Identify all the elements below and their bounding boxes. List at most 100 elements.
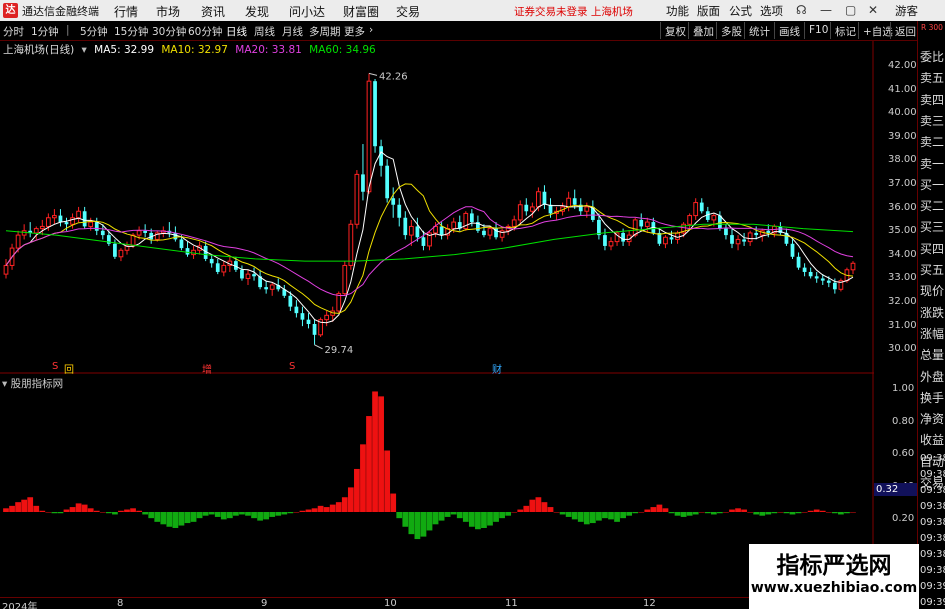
candle-body[interactable] bbox=[730, 235, 734, 244]
candle-body[interactable] bbox=[354, 173, 360, 225]
candle-body[interactable] bbox=[3, 264, 9, 275]
menu-wealth[interactable]: 财富圈 bbox=[343, 3, 379, 20]
candle-body[interactable] bbox=[245, 273, 251, 279]
candle-body[interactable] bbox=[252, 274, 256, 277]
candle-body[interactable] bbox=[826, 280, 831, 283]
marker-finance[interactable]: 财 bbox=[492, 361, 502, 376]
candle-body[interactable] bbox=[342, 264, 348, 295]
candle-body[interactable] bbox=[408, 225, 414, 236]
menu-trade[interactable]: 交易 bbox=[396, 3, 420, 20]
candle-body[interactable] bbox=[482, 230, 486, 236]
candle-body[interactable] bbox=[306, 319, 311, 324]
candle-body[interactable] bbox=[572, 198, 577, 205]
candle-body[interactable] bbox=[403, 217, 408, 236]
stats-button[interactable]: 统计 bbox=[744, 22, 774, 39]
side-row[interactable]: 换手 bbox=[920, 389, 944, 406]
candle-body[interactable] bbox=[421, 237, 426, 246]
candle-body[interactable] bbox=[735, 238, 741, 245]
back-button[interactable]: 返回 bbox=[890, 22, 920, 39]
side-row[interactable]: 买五 bbox=[920, 261, 944, 278]
candle-body[interactable] bbox=[711, 215, 717, 221]
marker-buyback[interactable]: 回 bbox=[64, 361, 74, 376]
candle-body[interactable] bbox=[324, 314, 330, 321]
candle-body[interactable] bbox=[88, 221, 94, 227]
candle-body[interactable] bbox=[373, 81, 377, 147]
side-row[interactable]: 卖五 bbox=[920, 69, 944, 86]
candle-body[interactable] bbox=[511, 219, 517, 227]
candle-body[interactable] bbox=[663, 236, 668, 245]
minimize-icon[interactable]: — bbox=[820, 3, 832, 17]
candle-body[interactable] bbox=[185, 248, 190, 255]
candle-body[interactable] bbox=[536, 191, 541, 208]
candle-body[interactable] bbox=[397, 204, 402, 218]
period-multi[interactable]: 多周期 bbox=[309, 24, 341, 39]
side-row[interactable]: 净资 bbox=[920, 410, 944, 427]
candle-body[interactable] bbox=[621, 232, 625, 242]
guest-login[interactable]: 游客 bbox=[895, 3, 918, 19]
candle-body[interactable] bbox=[469, 213, 474, 223]
candle-body[interactable] bbox=[542, 191, 547, 205]
period-more[interactable]: 更多 bbox=[344, 24, 365, 39]
candle-body[interactable] bbox=[64, 222, 69, 225]
menu-xiaoda[interactable]: 问小达 bbox=[289, 3, 325, 20]
candle-body[interactable] bbox=[379, 146, 383, 166]
candle-body[interactable] bbox=[608, 241, 614, 247]
candle-body[interactable] bbox=[221, 264, 227, 273]
candle-body[interactable] bbox=[754, 232, 759, 236]
menu-quotes[interactable]: 行情 bbox=[114, 3, 138, 20]
draw-line-button[interactable]: 画线 bbox=[774, 22, 804, 39]
restore-icon[interactable]: ▢ bbox=[845, 3, 856, 17]
candle-body[interactable] bbox=[136, 230, 142, 236]
candle-body[interactable] bbox=[584, 206, 590, 212]
candle-body[interactable] bbox=[820, 278, 825, 281]
period-15min[interactable]: 15分钟 bbox=[114, 24, 148, 39]
candle-body[interactable] bbox=[52, 215, 57, 219]
candle-body[interactable] bbox=[808, 271, 813, 277]
candle-body[interactable] bbox=[529, 206, 535, 212]
candle-body[interactable] bbox=[45, 217, 51, 227]
candle-body[interactable] bbox=[173, 232, 178, 240]
period-30min[interactable]: 30分钟 bbox=[152, 24, 186, 39]
candle-body[interactable] bbox=[487, 228, 493, 236]
side-row[interactable]: 卖一 bbox=[920, 155, 944, 172]
candle-body[interactable] bbox=[693, 202, 699, 217]
candle-body[interactable] bbox=[264, 287, 269, 290]
candle-body[interactable] bbox=[76, 210, 81, 219]
candle-body[interactable] bbox=[747, 232, 753, 243]
period-60min[interactable]: 60分钟 bbox=[188, 24, 222, 39]
candle-body[interactable] bbox=[240, 269, 244, 279]
period-1min[interactable]: 1分钟 bbox=[31, 24, 59, 39]
candle-body[interactable] bbox=[385, 165, 390, 199]
candle-body[interactable] bbox=[724, 228, 728, 236]
menu-function[interactable]: 功能 bbox=[666, 3, 689, 19]
period-weekly[interactable]: 周线 bbox=[254, 24, 275, 39]
candle-body[interactable] bbox=[790, 243, 795, 257]
candle-body[interactable] bbox=[269, 284, 275, 290]
candle-body[interactable] bbox=[94, 222, 99, 231]
candle-body[interactable] bbox=[15, 234, 21, 249]
kline-chart[interactable]: 42.26 29.74 bbox=[0, 41, 874, 597]
candle-body[interactable] bbox=[632, 219, 638, 236]
candle-body[interactable] bbox=[143, 230, 148, 233]
candle-body[interactable] bbox=[639, 219, 644, 227]
close-icon[interactable]: ✕ bbox=[868, 3, 878, 17]
f10-button[interactable]: F10 bbox=[804, 22, 832, 39]
side-row[interactable]: 买三 bbox=[920, 218, 944, 235]
side-panel-top[interactable]: R 300 bbox=[918, 21, 945, 43]
dropdown-icon[interactable]: ▾ bbox=[82, 44, 87, 56]
candle-body[interactable] bbox=[300, 313, 305, 320]
candle-body[interactable] bbox=[802, 267, 807, 272]
mark-button[interactable]: 标记 bbox=[830, 22, 860, 39]
period-daily[interactable]: 日线 bbox=[226, 24, 247, 39]
candle-body[interactable] bbox=[130, 234, 136, 247]
menu-discover[interactable]: 发现 bbox=[245, 3, 269, 20]
candle-body[interactable] bbox=[566, 197, 572, 208]
period-5min[interactable]: 5分钟 bbox=[80, 24, 108, 39]
candle-body[interactable] bbox=[209, 258, 214, 264]
candle-body[interactable] bbox=[439, 226, 444, 236]
indicator-dropdown-icon[interactable]: ▾ bbox=[2, 378, 7, 390]
multi-stock-button[interactable]: 多股 bbox=[716, 22, 746, 39]
candle-body[interactable] bbox=[82, 211, 87, 227]
side-row[interactable]: 现价 bbox=[920, 282, 944, 299]
candle-body[interactable] bbox=[361, 174, 365, 192]
